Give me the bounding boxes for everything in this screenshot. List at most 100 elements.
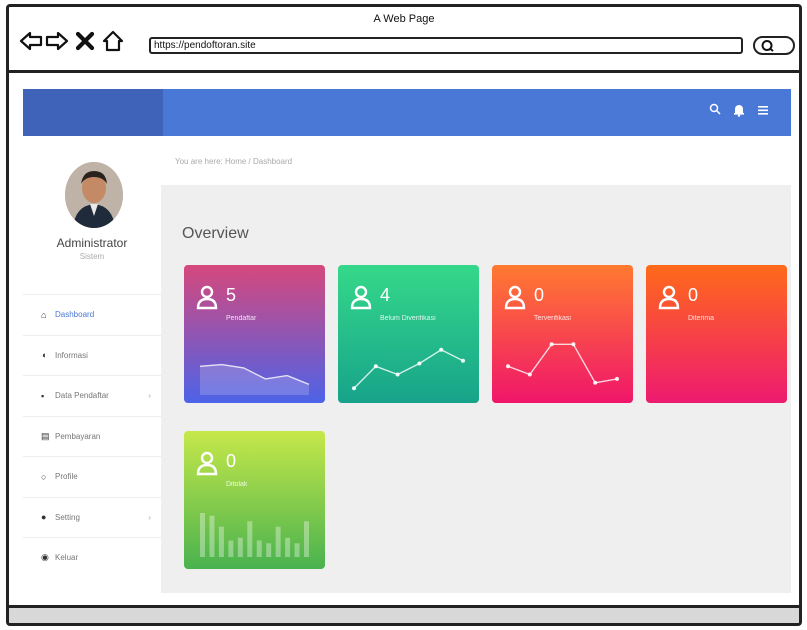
search-icon[interactable] — [709, 103, 721, 117]
spark-point — [593, 380, 598, 385]
stat-value: 4 — [380, 285, 391, 305]
search-icon — [761, 40, 774, 52]
bell-icon[interactable] — [733, 103, 745, 117]
stat-card-terverifikasi[interactable]: 0 Terverifikasi — [492, 265, 633, 403]
window-title: A Web Page — [373, 13, 435, 25]
lock-icon: ● — [41, 512, 47, 523]
spark-point — [373, 364, 378, 369]
sidebar-item-label: Setting — [55, 512, 80, 522]
spark-point — [615, 376, 619, 381]
stat-value: 0 — [534, 285, 545, 305]
chevron-right-icon: › — [148, 512, 151, 522]
sparkline-chart — [506, 342, 619, 385]
power-icon: ◉ — [41, 552, 49, 563]
spark-bar — [304, 521, 309, 557]
top-navbar — [23, 89, 791, 136]
sidebar-item-label: Pembayaran — [55, 431, 101, 441]
user-name: Administrator — [56, 236, 128, 250]
card-icon: ▤ — [41, 430, 50, 441]
megaphone-icon: ◖ — [41, 350, 47, 361]
spark-point — [571, 342, 576, 347]
spark-bar — [209, 515, 215, 557]
sidebar-item-keluar[interactable]: ◉ Keluar — [23, 537, 161, 578]
sidebar-item-profile[interactable]: ○ Profile — [23, 456, 161, 497]
spark-bar — [275, 526, 281, 557]
user-icon — [350, 285, 372, 310]
spark-bar — [266, 543, 272, 557]
spark-bar — [256, 540, 262, 557]
sidebar-item-label: Keluar — [55, 553, 79, 563]
spark-point — [549, 342, 554, 347]
sidebar-menu: ⌂ Dashboard ◖ Informasi ▪ Data Pendaftar… — [23, 294, 161, 578]
menu-icon[interactable] — [757, 103, 769, 117]
user-avatar[interactable] — [65, 162, 123, 228]
spark-bar — [285, 537, 291, 557]
user-icon — [658, 285, 680, 310]
stat-card-diterima[interactable]: 0 Diterima — [646, 265, 787, 403]
stat-card-belum-diverifikasi[interactable]: 4 Belum Diverifikasi — [338, 265, 479, 403]
sparkline-chart — [200, 513, 309, 557]
spark-bar — [218, 526, 224, 557]
spark-point — [461, 358, 465, 363]
sidebar-item-label: Data Pendaftar — [55, 391, 109, 401]
spark-point — [439, 347, 444, 352]
stat-card-pendaftar[interactable]: 5 Pendaftar — [184, 265, 325, 403]
stat-label: Pendaftar — [226, 315, 257, 322]
chevron-right-icon: › — [148, 391, 151, 401]
spark-point — [506, 364, 510, 369]
user-icon: ○ — [41, 471, 47, 482]
sidebar-item-label: Dashboard — [55, 310, 95, 320]
sidebar-item-dashboard[interactable]: ⌂ Dashboard — [23, 294, 161, 335]
spark-bar — [247, 521, 253, 557]
home-icon: ⌂ — [41, 309, 47, 320]
page-title: Overview — [182, 225, 249, 242]
avatar-photo — [65, 162, 123, 228]
user-icon — [196, 285, 218, 310]
user-role: Sistem — [79, 252, 105, 261]
navbar-brand-area — [23, 89, 163, 136]
main-content: Overview 5 Pendaftar 4 Belum Diverifikas… — [161, 185, 791, 593]
spark-point — [395, 372, 400, 377]
spark-area — [200, 364, 309, 395]
forward-arrow-icon[interactable] — [45, 29, 69, 53]
sidebar-item-label: Profile — [55, 472, 78, 482]
address-bar[interactable]: https://pendoftoran.site — [149, 37, 743, 54]
chart-icon: ▪ — [41, 390, 45, 401]
sidebar-item-data-pendaftar[interactable]: ▪ Data Pendaftar › — [23, 375, 161, 416]
stat-value: 0 — [688, 285, 699, 305]
spark-bar — [294, 543, 300, 557]
app-screen: Administrator Sistem ⌂ Dashboard ◖ Infor… — [9, 73, 799, 608]
stat-value: 5 — [226, 285, 237, 305]
spark-point — [417, 361, 422, 366]
stat-label: Diterima — [688, 315, 715, 322]
sidebar-item-informasi[interactable]: ◖ Informasi — [23, 334, 161, 376]
sidebar-item-label: Informasi — [55, 350, 88, 360]
user-icon — [504, 285, 526, 310]
browser-titlebar: A Web Page https://pendoftoran.site — [9, 7, 799, 73]
spark-bar — [200, 513, 205, 557]
stat-label: Terverifikasi — [534, 315, 571, 322]
back-arrow-icon[interactable] — [19, 29, 43, 53]
browser-bottom-bar — [9, 605, 799, 623]
spark-bar — [237, 537, 243, 557]
breadcrumb: You are here: Home / Dashboard — [175, 157, 293, 166]
stat-label: Ditolak — [226, 481, 248, 488]
spark-point — [352, 386, 356, 391]
close-icon[interactable] — [73, 29, 97, 53]
navbar-actions — [709, 103, 769, 117]
sparkline-chart — [199, 363, 310, 395]
stat-label: Belum Diverifikasi — [380, 315, 436, 322]
browser-window: A Web Page https://pendoftoran.site Admi… — [6, 4, 802, 626]
sidebar: Administrator Sistem ⌂ Dashboard ◖ Infor… — [23, 136, 161, 608]
sparkline-chart — [646, 323, 787, 403]
sidebar-item-setting[interactable]: ● Setting › — [23, 496, 161, 538]
sparkline-chart — [352, 347, 465, 391]
user-icon — [196, 451, 218, 476]
spark-line — [353, 348, 464, 389]
spark-bar — [228, 540, 234, 557]
home-nav-icon[interactable] — [101, 29, 125, 53]
browser-search-button[interactable] — [753, 36, 795, 55]
stat-card-ditolak[interactable]: 0 Ditolak — [184, 431, 325, 569]
spark-line — [507, 343, 618, 384]
sidebar-item-pembayaran[interactable]: ▤ Pembayaran — [23, 415, 161, 457]
